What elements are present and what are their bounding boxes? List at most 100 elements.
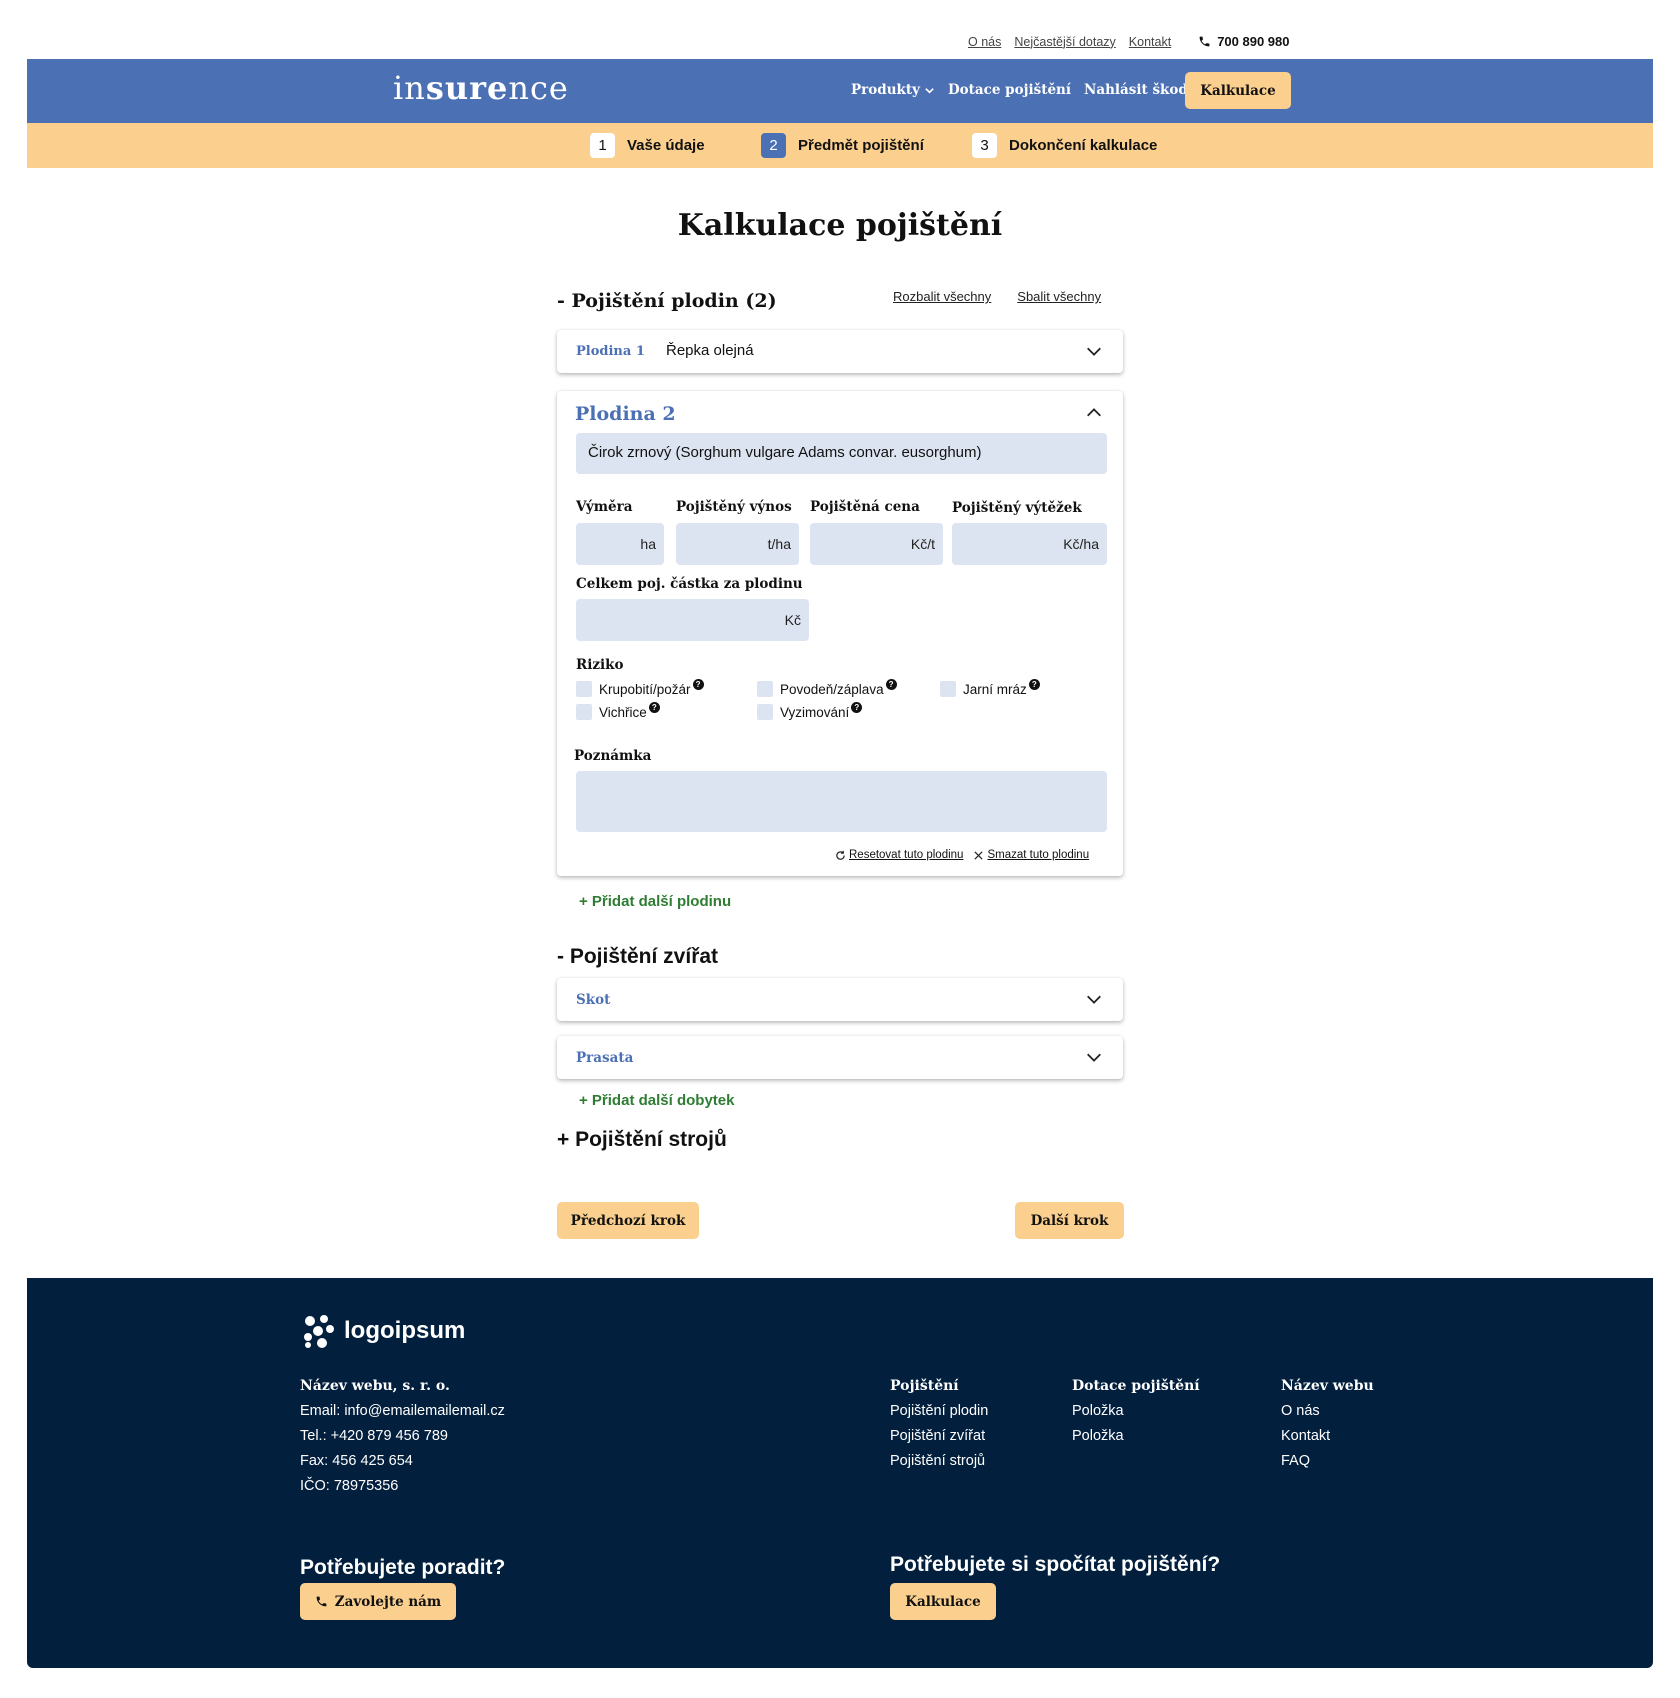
calculation-button[interactable]: Kalkulace bbox=[1185, 72, 1291, 109]
machines-section-title[interactable]: + Pojištění strojů bbox=[557, 1128, 727, 1152]
link-faq[interactable]: Nejčastější dotazy bbox=[1014, 35, 1115, 49]
step-1[interactable]: 1 Vaše údaje bbox=[590, 133, 705, 158]
next-step-button[interactable]: Další krok bbox=[1015, 1202, 1124, 1239]
collapse-all-link[interactable]: Sbalit všechny bbox=[1017, 289, 1101, 304]
animals-section-title[interactable]: - Pojištění zvířat bbox=[557, 945, 718, 969]
checkbox-box[interactable] bbox=[757, 704, 773, 720]
crop-1-accordion[interactable]: Plodina 1 Řepka olejná bbox=[557, 330, 1123, 373]
footer-logo[interactable]: logoipsum bbox=[300, 1313, 465, 1349]
footer-link[interactable]: Pojištění plodin bbox=[890, 1399, 988, 1424]
animal-pigs-accordion[interactable]: Prasata bbox=[557, 1036, 1123, 1079]
unit: Kč bbox=[784, 612, 801, 628]
risk-spring-frost-checkbox[interactable]: Jarní mráz? bbox=[940, 678, 1040, 697]
site-logo[interactable]: insurence bbox=[393, 69, 569, 107]
nav-products[interactable]: Produkty bbox=[851, 82, 935, 98]
add-livestock-link[interactable]: + Přidat další dobytek bbox=[579, 1092, 734, 1109]
add-crop-link[interactable]: + Přidat další plodinu bbox=[579, 893, 731, 910]
yield-input[interactable]: t/ha bbox=[676, 523, 799, 565]
phone-icon bbox=[316, 1596, 327, 1607]
step-label: Dokončení kalkulace bbox=[1009, 137, 1158, 154]
crop-actions: Resetovat tuto plodinu Smazat tuto plodi… bbox=[835, 849, 1089, 861]
link-contact[interactable]: Kontakt bbox=[1129, 35, 1171, 49]
total-input[interactable]: Kč bbox=[576, 599, 809, 641]
page-title: Kalkulace pojištění bbox=[677, 208, 1003, 243]
step-label: Vaše údaje bbox=[627, 137, 705, 154]
price-label: Pojištěná cena bbox=[810, 499, 920, 515]
footer-company: Název webu, s. r. o. Email: info@emailem… bbox=[300, 1374, 505, 1499]
note-textarea[interactable] bbox=[576, 771, 1107, 832]
animal-label: Prasata bbox=[576, 1050, 634, 1066]
footer-link[interactable]: FAQ bbox=[1281, 1449, 1374, 1474]
help-icon[interactable]: ? bbox=[851, 701, 863, 713]
unit: ha bbox=[640, 536, 656, 552]
step-label: Předmět pojištění bbox=[798, 137, 924, 154]
revenue-input[interactable]: Kč/ha bbox=[952, 523, 1107, 565]
footer-col-title: Pojištění bbox=[890, 1378, 959, 1394]
footer-link[interactable]: Položka bbox=[1072, 1399, 1200, 1424]
risk-winterkill-checkbox[interactable]: Vyzimování? bbox=[757, 701, 863, 720]
footer-link[interactable]: Kontakt bbox=[1281, 1424, 1374, 1449]
checkbox-box[interactable] bbox=[576, 704, 592, 720]
checkbox-box[interactable] bbox=[576, 681, 592, 697]
checkbox-box[interactable] bbox=[940, 681, 956, 697]
footer-col-site: Název webu O nás Kontakt FAQ bbox=[1281, 1374, 1374, 1474]
main-nav: Produkty Dotace pojištění Nahlásit škodu bbox=[851, 82, 1198, 98]
footer-col-insurance: Pojištění Pojištění plodin Pojištění zví… bbox=[890, 1374, 988, 1474]
reset-icon bbox=[836, 850, 845, 860]
checkbox-box[interactable] bbox=[757, 681, 773, 697]
nav-subsidies[interactable]: Dotace pojištění bbox=[948, 82, 1071, 98]
step-3[interactable]: 3 Dokončení kalkulace bbox=[972, 133, 1157, 158]
risk-label: Riziko bbox=[576, 657, 624, 673]
reset-crop-link[interactable]: Resetovat tuto plodinu bbox=[835, 849, 963, 861]
area-input[interactable]: ha bbox=[576, 523, 664, 565]
crop-select[interactable]: Čirok zrnový (Sorghum vulgare Adams conv… bbox=[576, 433, 1107, 474]
help-icon[interactable]: ? bbox=[692, 678, 704, 690]
help-icon[interactable]: ? bbox=[648, 701, 660, 713]
note-label: Poznámka bbox=[574, 748, 652, 764]
crop-select-value: Čirok zrnový (Sorghum vulgare Adams conv… bbox=[588, 444, 982, 461]
chevron-down-icon[interactable] bbox=[1085, 342, 1103, 360]
phone-contact[interactable]: 700 890 980 bbox=[1198, 34, 1289, 49]
expand-all-link[interactable]: Rozbalit všechny bbox=[893, 289, 991, 304]
unit: Kč/t bbox=[910, 536, 935, 552]
risk-windstorm-checkbox[interactable]: Vichřice? bbox=[576, 701, 660, 720]
step-number: 3 bbox=[972, 133, 997, 158]
step-2[interactable]: 2 Předmět pojištění bbox=[761, 133, 924, 158]
chevron-down-icon[interactable] bbox=[1085, 990, 1103, 1008]
company-name: Název webu, s. r. o. bbox=[300, 1378, 450, 1394]
crop-2-label: Plodina 2 bbox=[575, 403, 676, 425]
phone-icon bbox=[1199, 36, 1210, 47]
crops-section-title[interactable]: - Pojištění plodin (2) bbox=[557, 290, 777, 312]
link-about[interactable]: O nás bbox=[968, 35, 1001, 49]
footer-calculation-button[interactable]: Kalkulace bbox=[890, 1583, 996, 1620]
help-icon[interactable]: ? bbox=[1028, 678, 1040, 690]
footer-link[interactable]: Pojištění zvířat bbox=[890, 1424, 988, 1449]
crop-1-label: Plodina 1 bbox=[576, 344, 645, 359]
phone-number: 700 890 980 bbox=[1217, 34, 1290, 49]
delete-crop-link[interactable]: Smazat tuto plodinu bbox=[973, 849, 1089, 861]
price-input[interactable]: Kč/t bbox=[810, 523, 943, 565]
help-icon[interactable]: ? bbox=[885, 678, 897, 690]
revenue-label: Pojištěný výtěžek bbox=[952, 500, 1082, 516]
call-us-button[interactable]: Zavolejte nám bbox=[300, 1583, 456, 1620]
main-header: insurence Produkty Dotace pojištění Nahl… bbox=[27, 59, 1653, 123]
progress-steps: 1 Vaše údaje 2 Předmět pojištění 3 Dokon… bbox=[27, 123, 1653, 168]
chevron-up-icon[interactable] bbox=[1085, 404, 1103, 422]
risk-hail-fire-checkbox[interactable]: Krupobití/požár? bbox=[576, 678, 704, 697]
unit: t/ha bbox=[767, 536, 791, 552]
step-number: 2 bbox=[761, 133, 786, 158]
nav-report-damage[interactable]: Nahlásit škodu bbox=[1084, 82, 1198, 98]
unit: Kč/ha bbox=[1063, 536, 1099, 552]
chevron-down-icon bbox=[925, 87, 934, 94]
footer: logoipsum Název webu, s. r. o. Email: in… bbox=[27, 1278, 1653, 1668]
footer-link[interactable]: Pojištění strojů bbox=[890, 1449, 988, 1474]
calc-heading: Potřebujete si spočítat pojištění? bbox=[890, 1553, 1221, 1576]
previous-step-button[interactable]: Předchozí krok bbox=[557, 1202, 699, 1239]
footer-link[interactable]: O nás bbox=[1281, 1399, 1374, 1424]
chevron-down-icon[interactable] bbox=[1085, 1048, 1103, 1066]
footer-col-title: Dotace pojištění bbox=[1072, 1378, 1200, 1394]
risk-flood-checkbox[interactable]: Povodeň/záplava? bbox=[757, 678, 897, 697]
total-label: Celkem poj. částka za plodinu bbox=[576, 576, 803, 592]
animal-cattle-accordion[interactable]: Skot bbox=[557, 978, 1123, 1021]
footer-link[interactable]: Položka bbox=[1072, 1424, 1200, 1449]
